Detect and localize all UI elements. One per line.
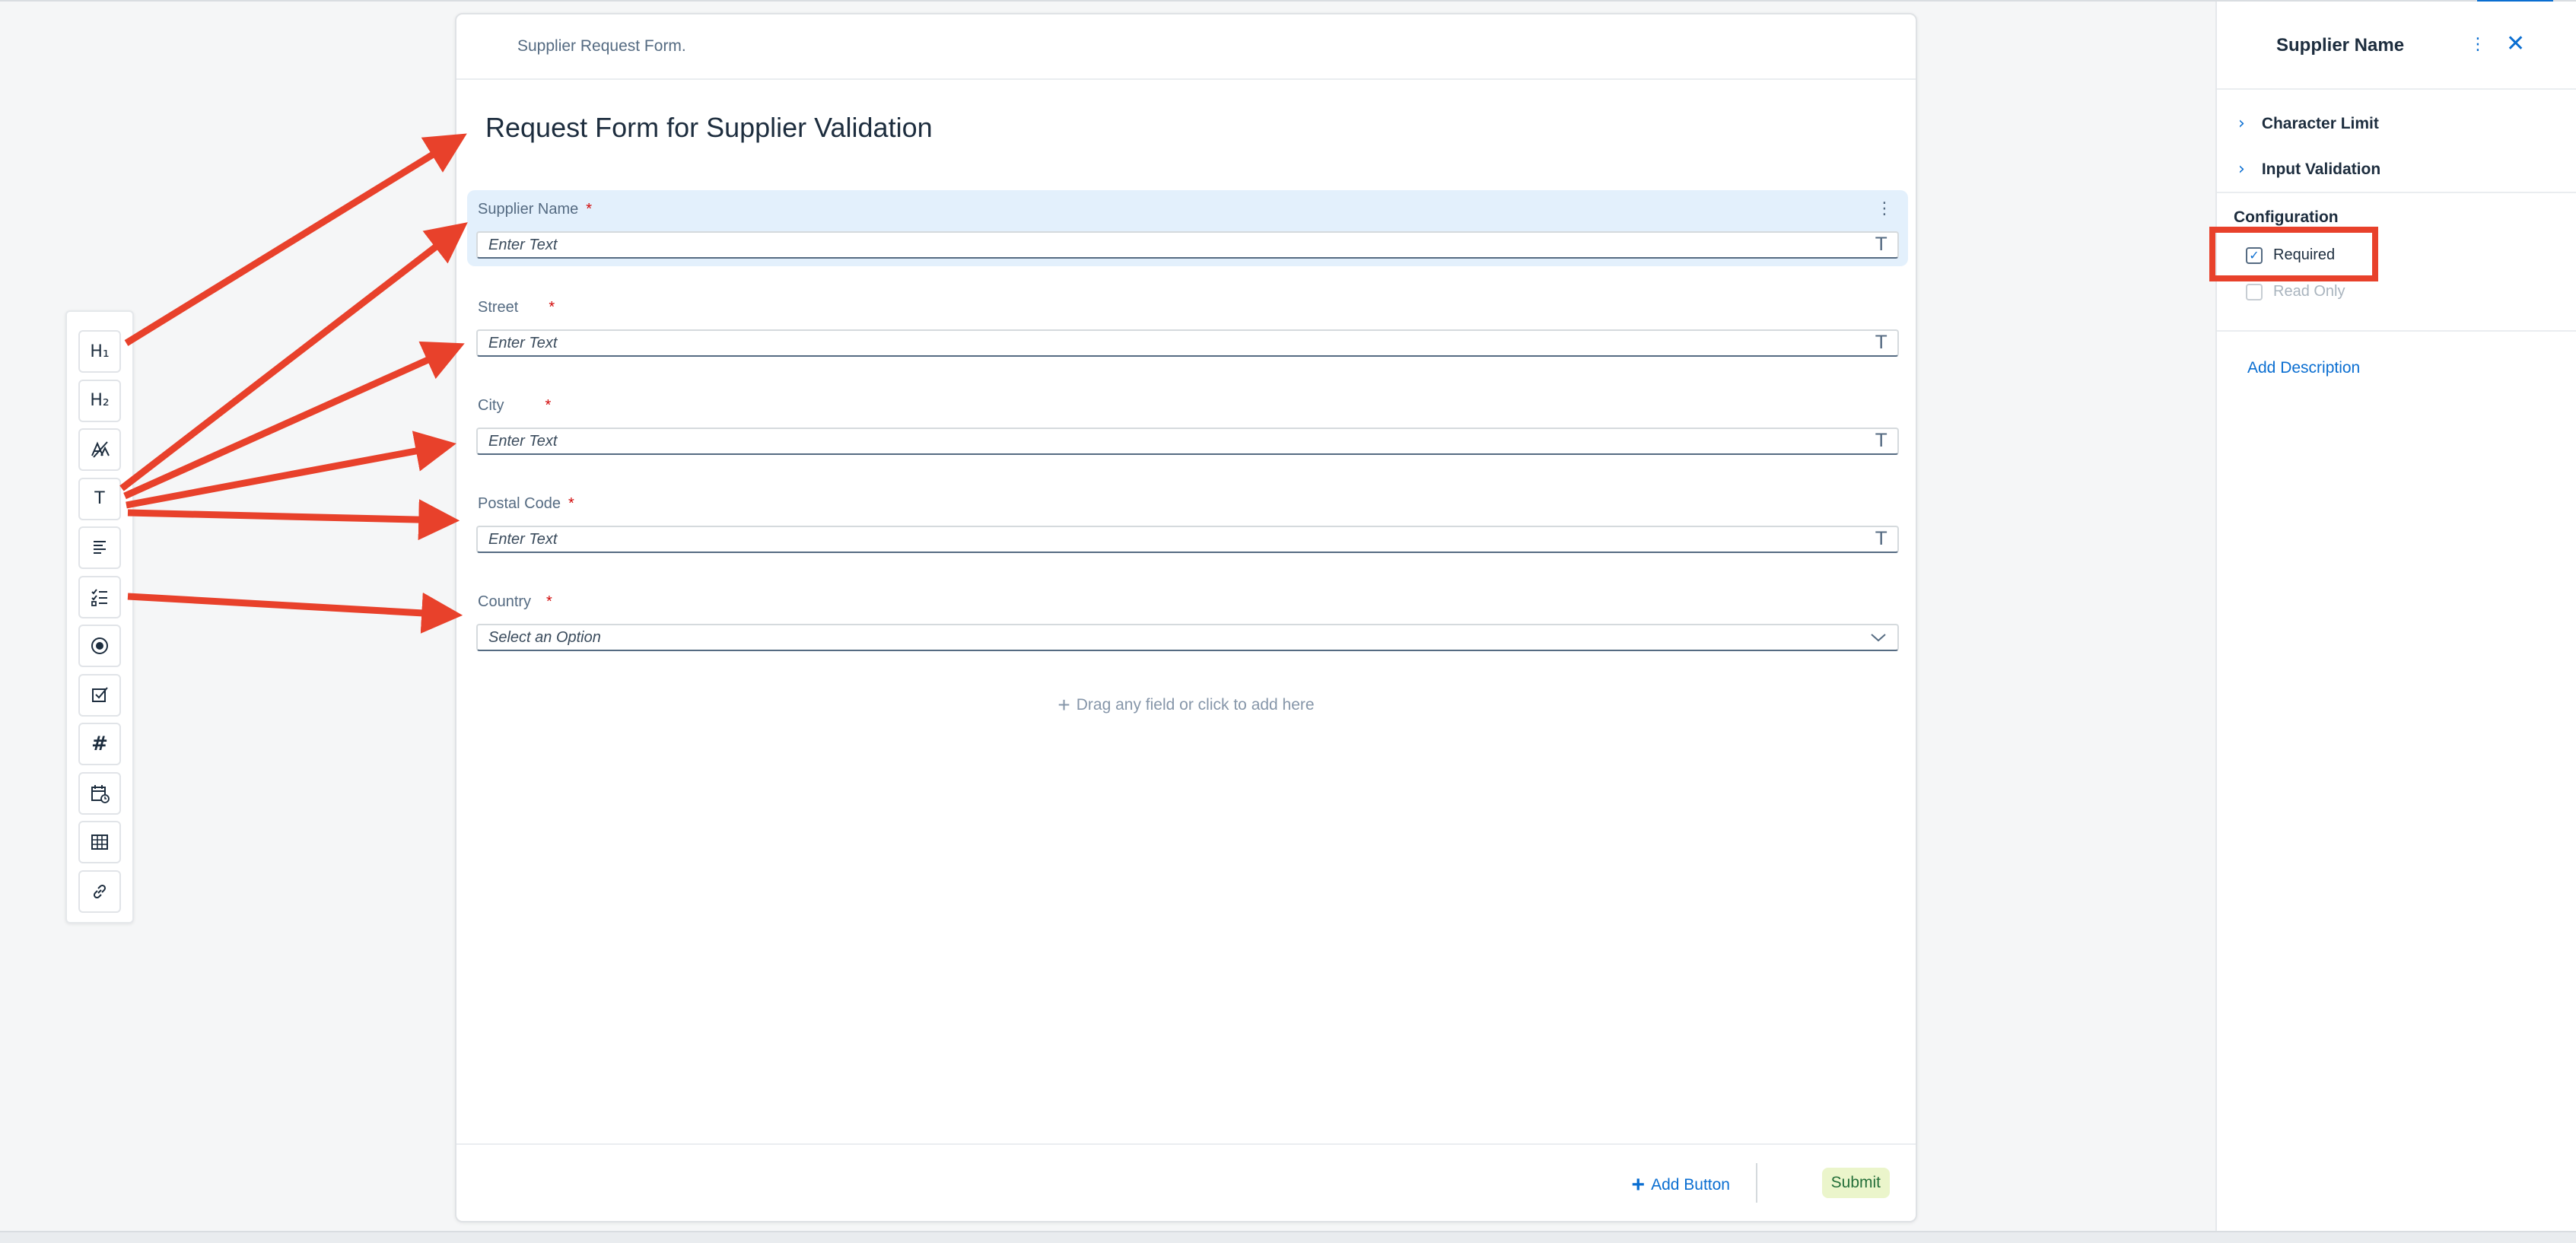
input-placeholder: Enter Text [488,334,558,351]
link-icon[interactable] [78,869,121,913]
table-icon[interactable] [78,821,121,863]
field-city[interactable]: City * Enter Text T [467,386,1908,463]
properties-panel: Supplier Name ⋮ ✕ › Character Limit › Inpu… [2215,2,2576,1231]
properties-title: Supplier Name [2276,35,2405,56]
field-street[interactable]: Street * Enter Text T [467,288,1908,364]
form-header-label: Supplier Request Form. [517,37,686,55]
drop-hint-text: Drag any field or click to add here [1076,696,1315,714]
chevron-right-icon: › [2238,114,2245,133]
add-description-link[interactable]: Add Description [2247,359,2360,377]
field-country[interactable]: Country * Select an Option [467,583,1908,659]
text-style-icon[interactable] [78,428,121,471]
form-title[interactable]: Request Form for Supplier Validation [485,112,933,144]
checkbox-icon-svg [92,686,108,702]
section-divider [2217,330,2576,332]
field-label: Postal Code * [478,495,574,513]
form-canvas: Supplier Request Form. Request Form for … [455,13,1917,1222]
required-star: * [545,397,552,414]
heading-2-icon[interactable]: H₂ [78,379,121,422]
section-label: Character Limit [2261,114,2379,132]
field-toolbox: H₁ H₂ T # [65,310,134,924]
number-icon[interactable]: # [78,723,121,765]
properties-header: Supplier Name ⋮ ✕ [2217,2,2576,90]
submit-label: Submit [1830,1174,1881,1191]
field-label-text: Country [478,593,532,610]
close-icon[interactable]: ✕ [2506,30,2525,57]
section-label: Input Validation [2261,160,2381,178]
chevron-down-icon [1871,634,1886,642]
required-star: * [586,201,593,218]
annotation-highlight-box [2209,227,2378,281]
field-label-text: Postal Code [478,495,561,512]
field-label: Street * [478,299,555,316]
table-icon-svg [91,834,108,850]
more-options-icon[interactable]: ⋮ [1876,199,1893,218]
heading-2-glyph: H₂ [90,391,110,410]
section-divider [2217,192,2576,193]
field-label: Country * [478,593,552,611]
city-input[interactable]: Enter Text T [476,428,1899,455]
field-label-text: Street [478,299,519,316]
text-type-icon: T [1875,234,1887,255]
supplier-name-input[interactable]: Enter Text T [476,231,1899,259]
plus-icon: + [1631,1172,1646,1197]
read-only-label: Read Only [2273,283,2345,300]
field-label: Supplier Name * [478,201,592,218]
add-button-label: Add Button [1651,1176,1730,1194]
postal-code-input[interactable]: Enter Text T [476,526,1899,553]
section-character-limit[interactable]: › Character Limit [2238,114,2379,133]
text-type-icon: T [1875,332,1887,353]
date-icon-svg [91,784,110,803]
heading-1-glyph: H₁ [90,342,110,361]
heading-1-icon[interactable]: H₁ [78,330,121,373]
link-icon-svg [93,884,107,898]
form-footer: + Add Button Submit [456,1143,1916,1221]
country-select[interactable]: Select an Option [476,624,1899,651]
configuration-title: Configuration [2234,208,2339,226]
select-placeholder: Select an Option [488,628,601,646]
input-placeholder: Enter Text [488,432,558,450]
checkbox-empty-icon [2246,283,2263,300]
plus-icon: + [1057,693,1070,717]
required-star: * [549,299,555,316]
radio-button-icon-svg [91,637,108,654]
required-star: * [546,593,552,610]
input-placeholder: Enter Text [488,530,558,548]
field-postal-code[interactable]: Postal Code * Enter Text T [467,485,1908,561]
form-header: Supplier Request Form. [456,14,1916,80]
field-label-text: Supplier Name [478,201,579,218]
street-input[interactable]: Enter Text T [476,329,1899,357]
text-style-icon-svg [91,441,110,458]
field-label: City * [478,397,551,415]
required-star: * [568,495,574,512]
footer-divider [1756,1163,1757,1203]
add-field-dropzone[interactable]: + Drag any field or click to add here [456,693,1916,717]
radio-button-icon[interactable] [78,625,121,667]
more-options-icon[interactable]: ⋮ [2469,35,2486,54]
text-field-icon[interactable]: T [78,477,121,520]
submit-button[interactable]: Submit [1821,1168,1890,1198]
add-button[interactable]: + Add Button [1632,1172,1730,1198]
paragraph-icon-svg [94,541,106,554]
paragraph-icon[interactable] [78,526,121,569]
date-icon[interactable] [78,771,121,815]
text-type-icon: T [1875,430,1887,451]
text-field-glyph: T [94,489,105,508]
checkbox-icon[interactable] [78,673,121,717]
chevron-right-icon: › [2238,160,2245,179]
checklist-icon-svg [91,588,107,606]
section-input-validation[interactable]: › Input Validation [2238,160,2380,179]
checklist-icon[interactable] [78,575,121,618]
read-only-checkbox[interactable]: Read Only [2246,283,2345,300]
field-label-text: City [478,397,504,414]
text-type-icon: T [1875,528,1887,549]
field-supplier-name[interactable]: Supplier Name * ⋮ Enter Text T [467,190,1908,266]
number-glyph: # [91,733,108,755]
input-placeholder: Enter Text [488,236,558,253]
bottom-bar [0,1231,2576,1243]
